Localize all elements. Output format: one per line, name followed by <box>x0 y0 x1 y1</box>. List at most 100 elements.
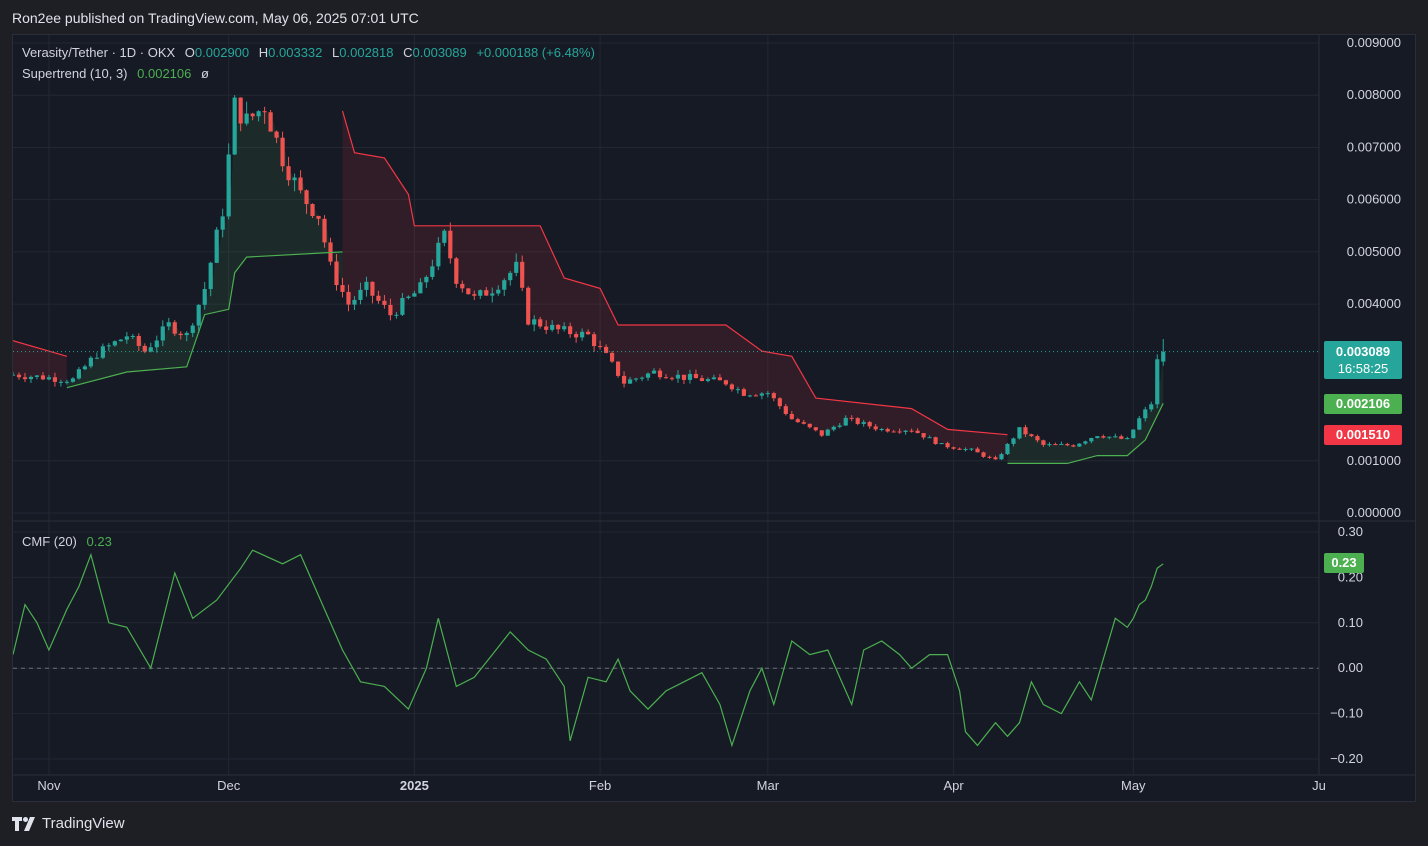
last-price: 0.003089 <box>1335 344 1391 359</box>
supertrend-up-badge: 0.002106 <box>1324 394 1402 414</box>
candle-up <box>1047 444 1052 446</box>
candle-up <box>735 389 740 391</box>
candle-up <box>825 429 830 436</box>
candle-up <box>861 422 866 424</box>
candle-down <box>370 281 375 296</box>
candle-down <box>310 204 315 216</box>
candle-down <box>592 334 597 347</box>
candle-down <box>789 413 794 420</box>
candle-down <box>52 377 58 382</box>
close-label: C <box>403 45 413 60</box>
candle-up <box>532 319 537 325</box>
candle-down <box>472 294 477 296</box>
candle-down <box>777 398 782 407</box>
chart-frame[interactable]: 0.009000 0.008000 0.007000 0.006000 0.005000… <box>12 34 1416 802</box>
low-value: 0.002818 <box>339 45 394 60</box>
cmf-series-line <box>13 549 1164 748</box>
candle-down <box>945 443 950 448</box>
candle-up <box>496 289 501 294</box>
candle-up <box>1011 438 1016 444</box>
tradingview-footer[interactable]: TradingView <box>12 815 125 832</box>
time-tick-label: Apr <box>943 778 964 793</box>
candle-down <box>801 422 806 424</box>
candle-up <box>34 375 40 377</box>
candle-down <box>921 433 926 438</box>
supertrend-down-fill <box>342 110 1008 459</box>
candlesticks <box>13 95 1166 460</box>
candle-down <box>657 370 663 378</box>
countdown: 16:58:25 <box>1337 361 1389 376</box>
candle-up <box>1149 404 1154 410</box>
candle-up <box>711 377 717 380</box>
cmf-label: CMF (20) <box>22 534 77 549</box>
candle-up <box>478 290 483 296</box>
candle-down <box>484 290 489 296</box>
axes: 0.009000 0.008000 0.007000 0.006000 0.005000… <box>13 35 1415 793</box>
chart-svg[interactable]: 0.009000 0.008000 0.007000 0.006000 0.005000… <box>13 35 1415 801</box>
time-tick-label: 2025 <box>400 778 429 793</box>
candle-down <box>609 352 615 362</box>
change-value: +0.000188 (+6.48%) <box>476 45 595 60</box>
candle-up <box>148 347 153 352</box>
candle-down <box>16 374 22 378</box>
time-tick-label: Feb <box>589 778 611 793</box>
candle-up <box>633 378 639 380</box>
time-tick-label: Nov <box>37 778 61 793</box>
candle-down <box>933 437 938 445</box>
candle-down <box>807 423 812 428</box>
candle-up <box>130 335 135 337</box>
candle-up <box>13 374 16 376</box>
candle-down <box>867 422 872 427</box>
candle-up <box>705 379 711 381</box>
candle-down <box>1065 443 1070 446</box>
candle-up <box>1137 418 1142 430</box>
candle-down <box>1053 444 1058 446</box>
candle-down <box>813 427 818 431</box>
candle-down <box>298 177 303 191</box>
candle-up <box>1143 409 1148 419</box>
candle-down <box>849 417 854 419</box>
last-price-badge: 0.003089 16:58:25 <box>1324 341 1402 379</box>
candle-down <box>142 345 147 352</box>
candle-up <box>550 324 555 330</box>
candle-up <box>651 370 657 374</box>
candle-down <box>574 334 579 338</box>
price-tick-label: 0.008000 <box>1347 87 1401 102</box>
candle-up <box>118 339 123 342</box>
candle-up <box>927 437 932 439</box>
candle-down <box>993 457 998 460</box>
candle-down <box>376 295 381 301</box>
close-value: 0.003089 <box>412 45 467 60</box>
candle-down <box>987 456 992 458</box>
candle-down <box>663 377 669 379</box>
high-value: 0.003332 <box>268 45 323 60</box>
candle-down <box>699 378 705 381</box>
time-tick-label: Ju <box>1312 778 1326 793</box>
candle-up <box>627 379 633 384</box>
candle-up <box>202 289 207 305</box>
candle-up <box>256 111 261 117</box>
candle-up <box>226 154 231 217</box>
candle-up <box>70 378 76 382</box>
candle-down <box>741 389 746 396</box>
candle-down <box>951 447 956 449</box>
candle-up <box>106 345 111 347</box>
open-value: 0.002900 <box>194 45 250 60</box>
candle-down <box>268 112 273 132</box>
cmf-legend[interactable]: CMF (20) 0.23 <box>22 534 112 549</box>
supertrend-down-badge: 0.001510 <box>1324 425 1402 445</box>
price-tick-label: 0.000000 <box>1347 505 1401 520</box>
candle-down <box>603 346 609 353</box>
symbol-label[interactable]: Verasity/Tether · 1D · OKX <box>22 45 175 60</box>
supertrend-legend[interactable]: Supertrend (10, 3) 0.002106 ø <box>22 66 209 81</box>
candle-up <box>46 377 52 380</box>
candle-up <box>502 280 507 290</box>
candle-up <box>969 448 974 450</box>
candle-down <box>981 452 986 457</box>
candle-up <box>76 369 81 379</box>
candle-down <box>388 304 393 316</box>
cmf-tick-label: −0.20 <box>1330 751 1363 766</box>
candle-down <box>556 324 561 330</box>
candle-up <box>88 357 93 367</box>
candle-down <box>466 288 471 295</box>
